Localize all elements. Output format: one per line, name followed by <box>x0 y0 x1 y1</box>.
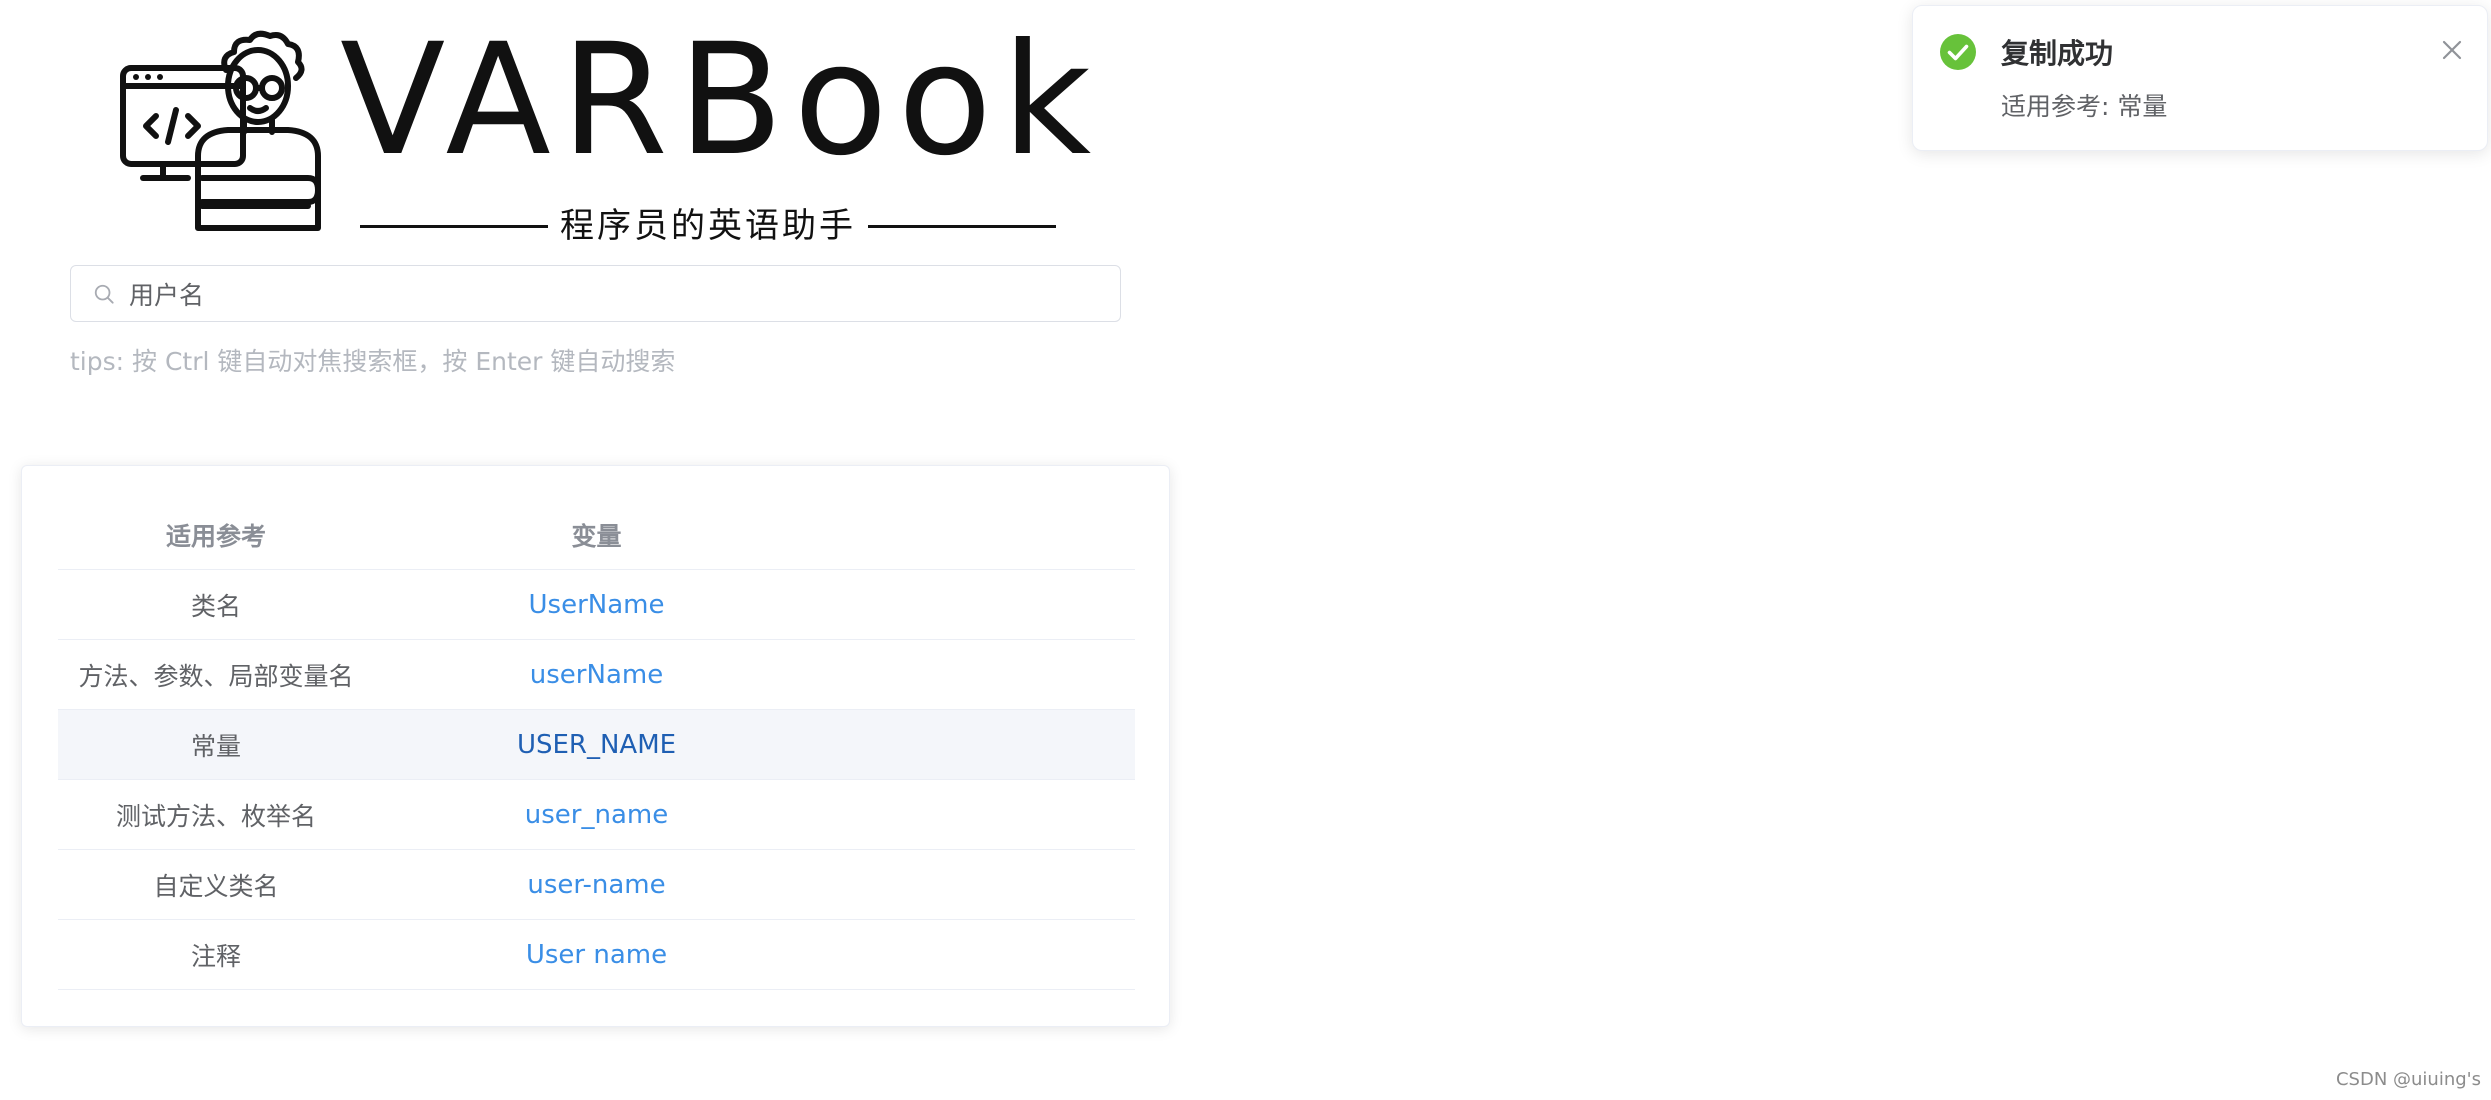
results-table: 适用参考 变量 类名 UserName 方法、参数、局部变量名 userName… <box>58 500 1135 990</box>
reference-cell: 常量 <box>190 731 241 761</box>
tips-text: tips: 按 Ctrl 键自动对焦搜索框，按 Enter 键自动搜索 <box>70 347 676 376</box>
search-icon <box>94 284 114 304</box>
programmer-mascot-icon <box>120 30 321 231</box>
logo-subtitle-row: 程序员的英语助手 <box>360 200 1056 252</box>
logo-divider-left <box>360 224 548 228</box>
table-row[interactable]: 自定义类名 user-name <box>58 850 1135 920</box>
table-row[interactable]: 方法、参数、局部变量名 userName <box>58 640 1135 710</box>
variable-copy-link[interactable]: UserName <box>529 590 665 620</box>
variable-copy-link[interactable]: user-name <box>527 870 665 900</box>
table-row[interactable]: 类名 UserName <box>58 570 1135 640</box>
variable-copy-link[interactable]: user_name <box>525 800 668 830</box>
reference-cell: 注释 <box>190 941 241 971</box>
column-header-reference: 适用参考 <box>165 521 266 551</box>
column-header-variable: 变量 <box>571 521 622 551</box>
table-header-row: 适用参考 变量 <box>58 500 1135 570</box>
search-box[interactable] <box>70 265 1121 322</box>
reference-cell: 类名 <box>190 591 241 621</box>
logo-divider-right <box>868 224 1056 228</box>
close-icon[interactable] <box>2438 36 2466 64</box>
table-row[interactable]: 注释 User name <box>58 920 1135 990</box>
variable-copy-link[interactable]: USER_NAME <box>517 730 676 760</box>
logo-title: VARBook <box>340 11 1102 190</box>
search-input[interactable] <box>129 266 1120 321</box>
reference-cell: 方法、参数、局部变量名 <box>78 661 354 691</box>
watermark: CSDN @uiuing's <box>2335 1069 2481 1090</box>
varbook-logo: VARBook 程序员的英语助手 <box>118 18 1091 246</box>
reference-cell: 自定义类名 <box>153 871 279 901</box>
variable-copy-link[interactable]: User name <box>526 940 667 970</box>
notification-title: 复制成功 <box>2001 37 2114 70</box>
success-check-icon <box>1940 34 1976 70</box>
copy-success-notification: 复制成功 适用参考: 常量 <box>1912 5 2488 151</box>
results-card: 适用参考 变量 类名 UserName 方法、参数、局部变量名 userName… <box>21 465 1170 1027</box>
variable-copy-link[interactable]: userName <box>530 660 663 690</box>
page: VARBook 程序员的英语助手 tips: 按 Ctrl 键自动对焦搜索框，按… <box>0 0 2491 1100</box>
table-row-hovered[interactable]: 常量 USER_NAME <box>58 710 1135 780</box>
notification-message: 适用参考: 常量 <box>2001 92 2168 121</box>
logo-subtitle: 程序员的英语助手 <box>560 206 856 246</box>
reference-cell: 测试方法、枚举名 <box>115 801 316 831</box>
table-row[interactable]: 测试方法、枚举名 user_name <box>58 780 1135 850</box>
